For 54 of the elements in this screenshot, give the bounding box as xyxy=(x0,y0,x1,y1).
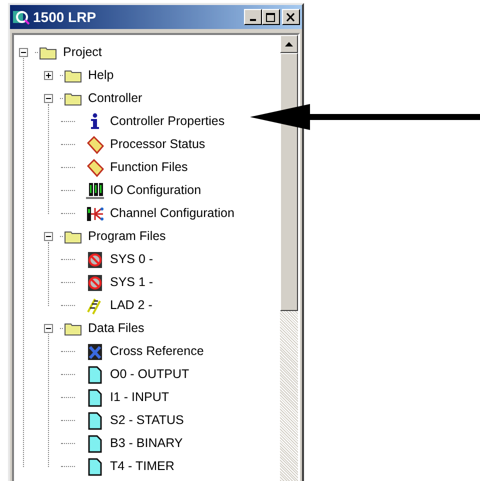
io-rack-icon xyxy=(85,182,105,200)
scroll-up-button[interactable] xyxy=(280,35,298,53)
tree-item-label[interactable]: Channel Configuration xyxy=(110,204,234,223)
folder-icon xyxy=(64,91,82,106)
file-icon xyxy=(88,434,102,452)
app-icon xyxy=(12,8,30,26)
up-arrow-icon xyxy=(285,42,293,46)
notebook-icon xyxy=(86,136,104,154)
tree-item-label[interactable]: O0 - OUTPUT xyxy=(110,365,190,384)
tree-item-label[interactable]: Program Files xyxy=(88,227,166,246)
collapse-toggle[interactable] xyxy=(44,232,53,241)
tree-item-label[interactable]: Cross Reference xyxy=(110,342,204,361)
folder-icon xyxy=(64,321,82,336)
folder-icon xyxy=(64,229,82,244)
collapse-toggle[interactable] xyxy=(19,48,28,57)
tree-item-label[interactable]: S2 - STATUS xyxy=(110,411,184,430)
file-icon xyxy=(88,388,102,406)
folder-icon xyxy=(39,45,57,60)
tree-item-label[interactable]: IO Configuration xyxy=(110,181,202,200)
close-button[interactable] xyxy=(282,9,300,25)
tree-item-label[interactable]: Data Files xyxy=(88,319,144,338)
file-icon xyxy=(88,458,102,476)
tree-item-label[interactable]: B3 - BINARY xyxy=(110,434,183,453)
forbidden-file-icon xyxy=(87,250,103,268)
window-title: 1500 LRP xyxy=(33,8,96,26)
tree-item-label[interactable]: Controller Properties xyxy=(110,112,225,131)
minimize-button[interactable] xyxy=(244,9,262,25)
tree-item-label[interactable]: SYS 0 - xyxy=(110,250,154,269)
tree-item-label[interactable]: T4 - TIMER xyxy=(110,457,174,476)
file-icon xyxy=(88,366,102,384)
forbidden-file-icon xyxy=(87,274,103,292)
maximize-button[interactable] xyxy=(262,9,280,25)
file-icon xyxy=(88,412,102,430)
tree-item-label[interactable]: Help xyxy=(88,66,114,85)
tree-item-label[interactable]: I1 - INPUT xyxy=(110,388,170,407)
folder-icon xyxy=(64,68,82,83)
tree-item-label[interactable]: SYS 1 - xyxy=(110,273,154,292)
minimize-icon xyxy=(250,19,256,21)
tree-item-label[interactable]: Function Files xyxy=(110,158,188,177)
close-icon xyxy=(286,12,296,22)
network-icon xyxy=(85,204,105,222)
collapse-toggle[interactable] xyxy=(44,324,53,333)
info-icon xyxy=(88,113,102,130)
expand-toggle[interactable] xyxy=(44,71,53,80)
scroll-thumb[interactable] xyxy=(280,53,298,311)
scrollbar[interactable] xyxy=(280,35,298,481)
tree-item-label[interactable]: Processor Status xyxy=(110,135,206,154)
cross-reference-icon xyxy=(87,342,103,360)
tree-item-label[interactable]: Project xyxy=(63,43,102,62)
tree-item-label[interactable]: LAD 2 - xyxy=(110,296,152,315)
tree-item-label[interactable]: Controller xyxy=(88,89,142,108)
notebook-icon xyxy=(86,158,104,176)
maximize-icon xyxy=(266,12,276,22)
collapse-toggle[interactable] xyxy=(44,94,53,103)
